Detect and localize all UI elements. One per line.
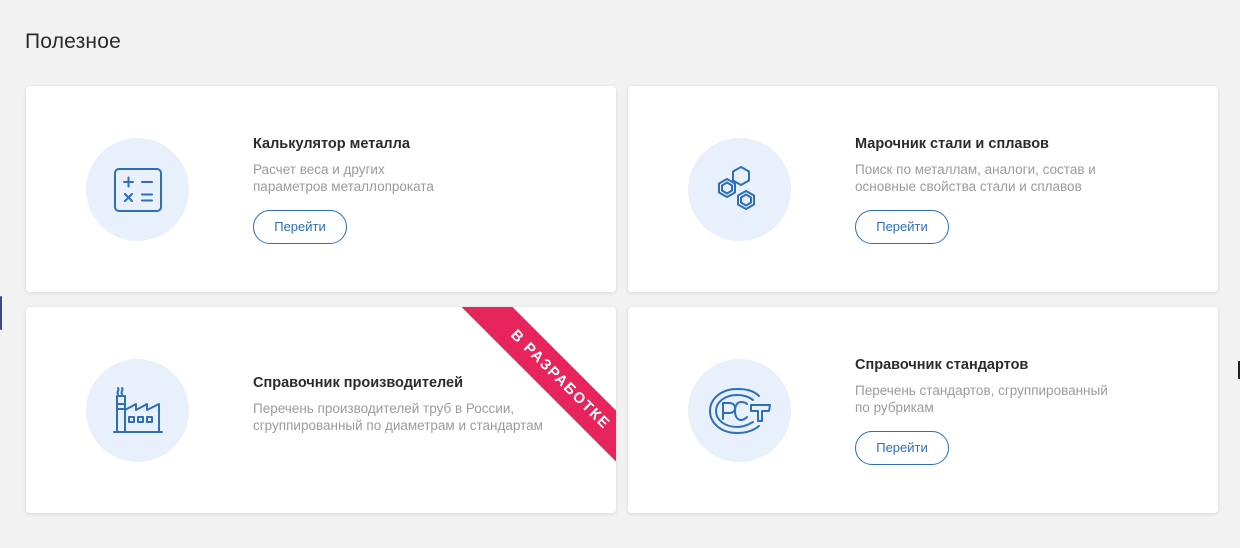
card-metal-calculator[interactable]: Калькулятор металла Расчет веса и других… xyxy=(26,86,616,292)
go-button-metal-calculator[interactable]: Перейти xyxy=(253,210,347,244)
card-title: Справочник стандартов xyxy=(855,357,1029,373)
card-manufacturers: Справочник производителей Перечень произ… xyxy=(26,307,616,513)
calculator-icon-circle xyxy=(86,138,189,241)
card-title: Калькулятор металла xyxy=(253,136,410,152)
gost-rst-icon xyxy=(707,387,773,435)
ribbon-label: В РАЗРАБОТКЕ xyxy=(458,307,616,477)
in-development-ribbon: В РАЗРАБОТКЕ xyxy=(446,307,616,477)
card-description: Перечень стандартов, сгруппированный по … xyxy=(855,383,1108,415)
calculator-icon xyxy=(113,167,163,213)
card-body: Калькулятор металла Расчет веса и других… xyxy=(253,135,583,244)
card-body: Марочник стали и сплавов Поиск по металл… xyxy=(855,135,1185,244)
card-description: Расчет веса и других параметров металлоп… xyxy=(253,162,434,194)
card-steel-grades[interactable]: Марочник стали и сплавов Поиск по металл… xyxy=(628,86,1218,292)
page: Полезное Калькулятор металла Расчет веса… xyxy=(0,0,1240,548)
factory-icon-circle xyxy=(86,359,189,462)
card-body: Справочник стандартов Перечень стандарто… xyxy=(855,356,1185,465)
go-button-steel-grades[interactable]: Перейти xyxy=(855,210,949,244)
card-description: Поиск по металлам, аналоги, состав и осн… xyxy=(855,162,1096,194)
section-title: Полезное xyxy=(25,30,121,53)
hexagons-icon-circle xyxy=(688,138,791,241)
card-title: Марочник стали и сплавов xyxy=(855,136,1049,152)
left-edge-indicator xyxy=(0,296,2,330)
card-standards[interactable]: Справочник стандартов Перечень стандарто… xyxy=(628,307,1218,513)
gost-rst-icon-circle xyxy=(688,359,791,462)
go-button-standards[interactable]: Перейти xyxy=(855,431,949,465)
factory-icon xyxy=(112,386,164,436)
hexagons-icon xyxy=(714,165,766,215)
